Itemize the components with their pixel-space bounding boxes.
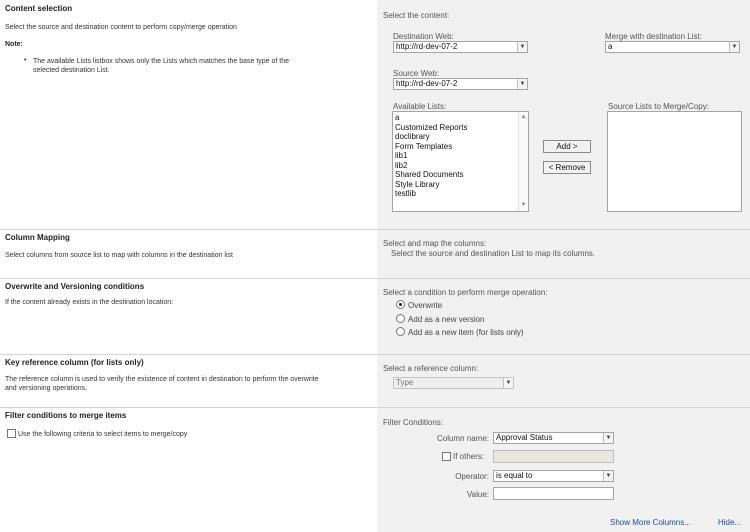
column-name-value: Approval Status xyxy=(496,433,553,442)
merge-with-label: Merge with destination List: xyxy=(605,32,702,41)
section-heading: Column Mapping xyxy=(5,233,70,242)
add-new-version-radio[interactable]: Add as a new version xyxy=(396,314,485,325)
note-text: The available Lists listbox shows only t… xyxy=(33,58,290,74)
list-item[interactable]: lib1 xyxy=(395,151,526,161)
chevron-down-icon: ▼ xyxy=(729,42,739,52)
value-input[interactable] xyxy=(493,487,614,500)
list-item[interactable]: a xyxy=(395,113,526,123)
hide-link[interactable]: Hide... xyxy=(718,518,741,527)
section-description: Select the source and destination conten… xyxy=(5,24,237,31)
content-selection-left: Content selection Select the source and … xyxy=(0,0,377,229)
show-more-columns-link[interactable]: Show More Columns... xyxy=(610,518,691,527)
source-web-label: Source Web: xyxy=(393,69,440,78)
reference-column-value: Type xyxy=(396,378,414,387)
add-new-item-radio[interactable]: Add as a new item (for lists only) xyxy=(396,327,524,338)
overwrite-left: Overwrite and Versioning conditions If t… xyxy=(0,279,377,354)
list-item[interactable]: Form Templates xyxy=(395,142,526,152)
scroll-up-icon[interactable]: ▲ xyxy=(519,113,528,123)
add-button[interactable]: Add > xyxy=(543,140,591,153)
list-item[interactable]: Shared Documents xyxy=(395,170,526,180)
select-content-title: Select the content: xyxy=(383,11,450,20)
key-reference-right: Select a reference column: Type ▼ xyxy=(377,355,750,407)
value-label: Value: xyxy=(466,490,489,499)
section-description: The reference column is used to verify t… xyxy=(5,376,319,392)
list-item[interactable]: testlib xyxy=(395,189,526,199)
scroll-down-icon[interactable]: ▼ xyxy=(519,201,528,211)
list-item[interactable]: Customized Reports xyxy=(395,123,526,133)
merge-with-select[interactable]: a ▼ xyxy=(605,41,740,53)
radio-icon[interactable] xyxy=(396,327,405,337)
destination-web-value: http://rd-dev-07-2 xyxy=(396,42,458,51)
chevron-down-icon: ▼ xyxy=(517,42,527,52)
section-heading: Filter conditions to merge items xyxy=(5,411,127,420)
radio-label: Add as a new item (for lists only) xyxy=(408,328,524,337)
content-selection-right: Select the content: Destination Web: htt… xyxy=(377,0,750,229)
source-web-select[interactable]: http://rd-dev-07-2 ▼ xyxy=(393,78,528,90)
map-columns-hint: Select the source and destination List t… xyxy=(391,249,596,258)
list-item[interactable]: lib2 xyxy=(395,161,526,171)
source-lists-label: Source Lists to Merge/Copy: xyxy=(608,102,709,111)
list-item[interactable]: doclibrary xyxy=(395,132,526,142)
reference-column-select[interactable]: Type ▼ xyxy=(393,377,514,389)
column-name-select[interactable]: Approval Status ▼ xyxy=(493,432,614,444)
chevron-down-icon: ▼ xyxy=(603,471,613,481)
available-lists-label: Available Lists: xyxy=(393,102,447,111)
filter-right: Filter Conditions: Column name: Approval… xyxy=(377,408,750,532)
filter-conditions-title: Filter Conditions: xyxy=(383,418,444,427)
overwrite-radio[interactable]: Overwrite xyxy=(396,300,443,311)
section-heading: Key reference column (for lists only) xyxy=(5,358,144,367)
filter-section: Filter conditions to merge items Use the… xyxy=(0,408,750,532)
destination-web-label: Destination Web: xyxy=(393,32,454,41)
if-others-label: If others: xyxy=(453,452,485,461)
section-heading: Overwrite and Versioning conditions xyxy=(5,282,145,291)
overwrite-section: Overwrite and Versioning conditions If t… xyxy=(0,279,750,354)
source-web-value: http://rd-dev-07-2 xyxy=(396,79,458,88)
source-lists-listbox[interactable] xyxy=(607,111,742,212)
chevron-down-icon: ▼ xyxy=(603,433,613,443)
reference-column-title: Select a reference column: xyxy=(383,364,479,373)
note-label: Note: xyxy=(5,41,23,48)
chevron-down-icon: ▼ xyxy=(503,378,513,388)
if-others-checkbox[interactable] xyxy=(442,452,451,461)
operator-value: is equal to xyxy=(496,471,533,480)
if-others-input[interactable] xyxy=(493,450,614,463)
section-heading: Content selection xyxy=(5,4,73,13)
use-criteria-label: Use the following criteria to select ite… xyxy=(18,431,188,438)
column-mapping-left: Column Mapping Select columns from sourc… xyxy=(0,230,377,278)
key-reference-section: Key reference column (for lists only) Th… xyxy=(0,355,750,407)
scrollbar[interactable]: ▲ ▼ xyxy=(518,112,528,211)
radio-checked-icon[interactable] xyxy=(396,300,405,310)
radio-label: Overwrite xyxy=(408,301,443,310)
column-mapping-section: Column Mapping Select columns from sourc… xyxy=(0,230,750,278)
content-selection-section: Content selection Select the source and … xyxy=(0,0,750,229)
radio-label: Add as a new version xyxy=(408,315,485,324)
map-columns-title: Select and map the columns: xyxy=(383,239,487,248)
operator-select[interactable]: is equal to ▼ xyxy=(493,470,614,482)
operator-label: Operator: xyxy=(455,472,489,481)
section-description: Select columns from source list to map w… xyxy=(5,252,233,259)
available-lists-listbox[interactable]: a Customized Reports doclibrary Form Tem… xyxy=(392,111,529,212)
section-description: If the content already exists in the des… xyxy=(5,299,174,306)
column-name-label: Column name: xyxy=(436,434,489,443)
column-mapping-right: Select and map the columns: Select the s… xyxy=(377,230,750,278)
filter-left: Filter conditions to merge items Use the… xyxy=(0,408,377,532)
chevron-down-icon: ▼ xyxy=(517,79,527,89)
use-criteria-checkbox[interactable] xyxy=(7,429,16,438)
bullet-icon: • xyxy=(24,57,27,64)
remove-button[interactable]: < Remove xyxy=(543,161,591,174)
radio-icon[interactable] xyxy=(396,314,405,324)
merge-with-value: a xyxy=(608,42,613,51)
list-item[interactable]: Style Library xyxy=(395,180,526,190)
merge-condition-title: Select a condition to perform merge oper… xyxy=(383,288,548,297)
destination-web-select[interactable]: http://rd-dev-07-2 ▼ xyxy=(393,41,528,53)
key-reference-left: Key reference column (for lists only) Th… xyxy=(0,355,377,407)
